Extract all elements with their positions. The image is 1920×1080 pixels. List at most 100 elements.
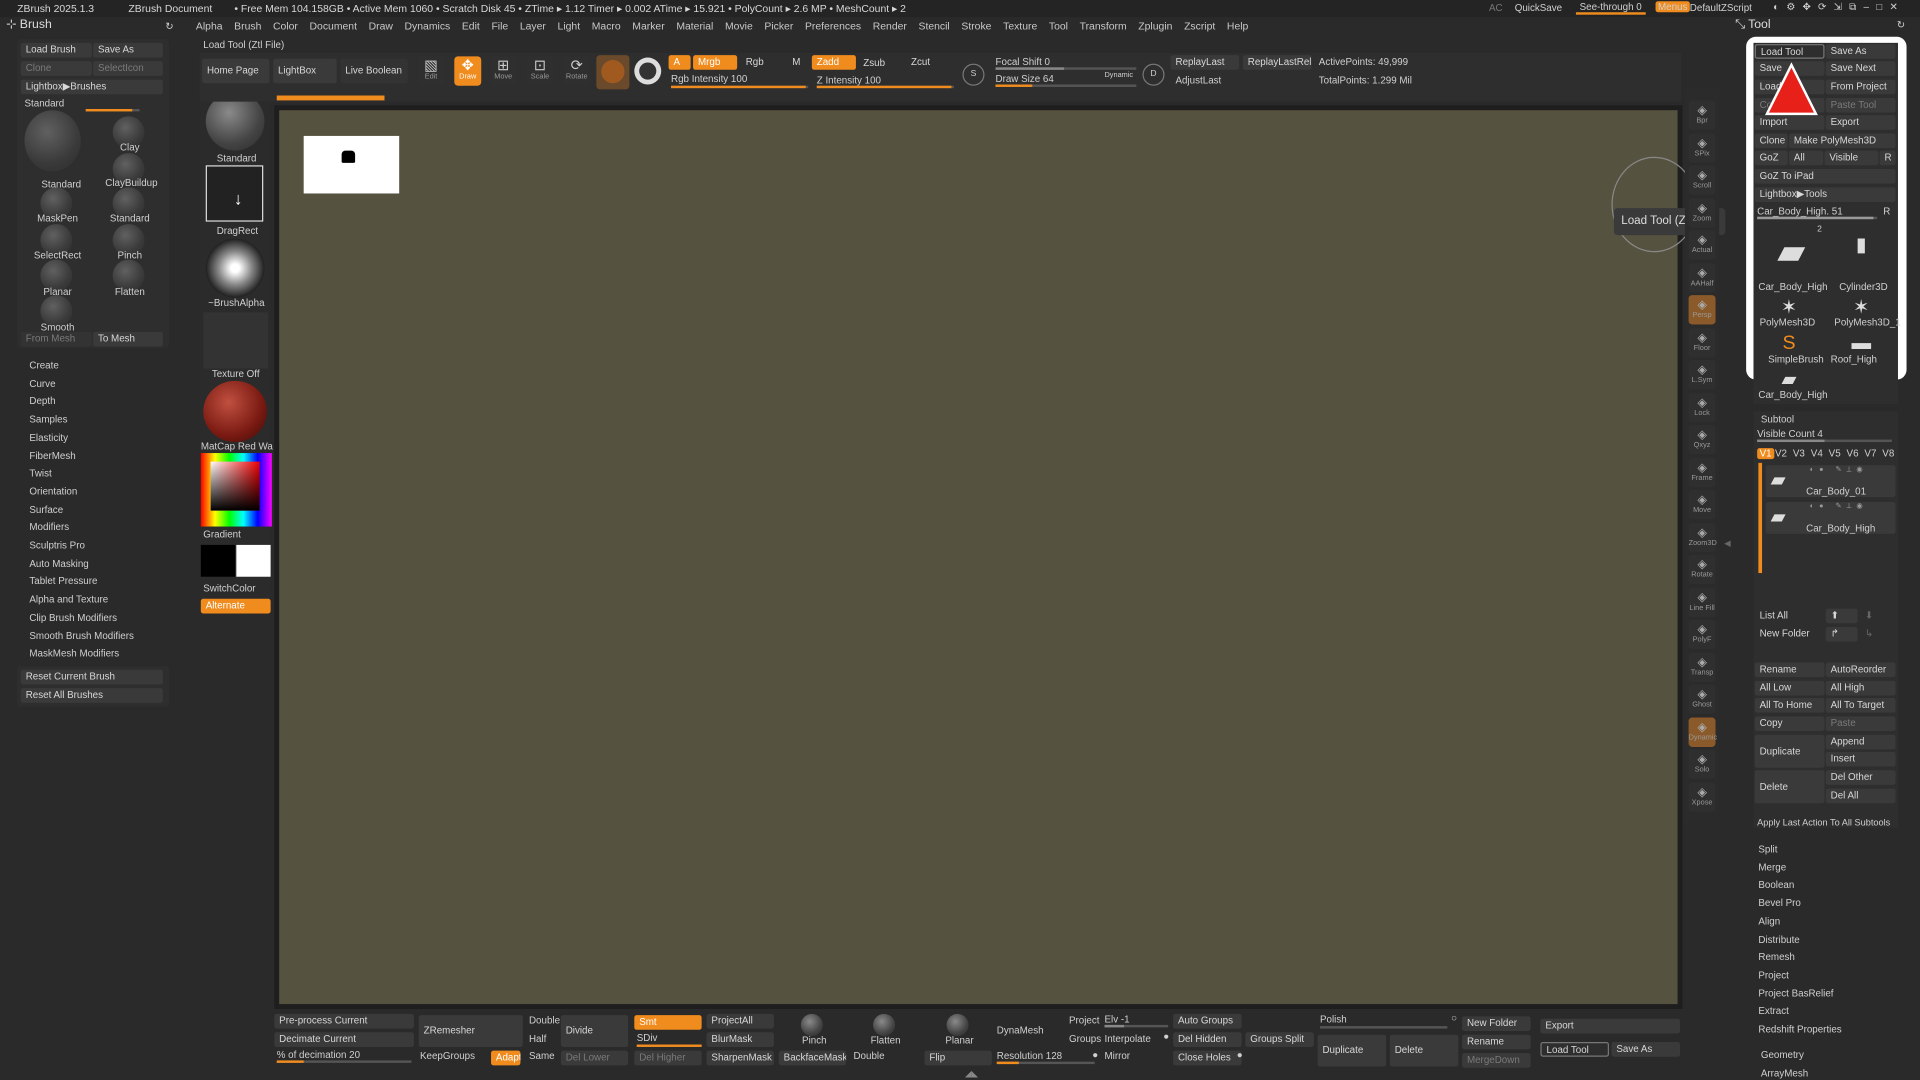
append-button[interactable]: Append — [1825, 734, 1896, 750]
brush-submenu-clip-brush-modifiers[interactable]: Clip Brush Modifiers — [29, 612, 117, 623]
tool-section-boolean[interactable]: Boolean — [1758, 880, 1794, 891]
replay-last-button[interactable]: ReplayLast — [1170, 55, 1240, 70]
divide-button[interactable]: Divide — [560, 1015, 629, 1047]
decimate-current-button[interactable]: Decimate Current — [274, 1032, 414, 1047]
close-holes-button[interactable]: Close Holes — [1173, 1050, 1242, 1066]
replay-last-rel-button[interactable]: ReplayLastRel — [1242, 55, 1312, 70]
subtool-title[interactable]: Subtool — [1761, 414, 1794, 425]
groups-split-button[interactable]: Groups Split — [1245, 1032, 1314, 1047]
rgb-toggle[interactable]: Rgb — [740, 55, 785, 70]
goz-visible-button[interactable]: Visible — [1824, 150, 1879, 166]
version-v8[interactable]: V8 — [1882, 448, 1894, 459]
dynamesh-button[interactable]: DynaMesh — [997, 1025, 1044, 1036]
brush-thumb-0[interactable] — [24, 110, 81, 172]
arraymesh-section[interactable]: ArrayMesh — [1761, 1068, 1808, 1079]
texture-swatch[interactable] — [634, 57, 662, 85]
brush-submenu-samples[interactable]: Samples — [29, 414, 67, 425]
quicksave-button[interactable]: QuickSave — [1515, 2, 1562, 13]
tool-section-bevel-pro[interactable]: Bevel Pro — [1758, 898, 1800, 909]
planar-brush-icon[interactable] — [946, 1013, 969, 1036]
shelf-line-fill-button[interactable]: ◈ Line Fill — [1688, 587, 1716, 617]
geometry-section[interactable]: Geometry — [1761, 1049, 1804, 1060]
menu-movie[interactable]: Movie — [725, 20, 753, 36]
keepgroups-toggle[interactable]: KeepGroups — [420, 1051, 475, 1062]
rename-bottom-button[interactable]: Rename — [1462, 1034, 1531, 1050]
brush-submenu-alpha-and-texture[interactable]: Alpha and Texture — [29, 594, 108, 605]
version-v1[interactable]: V1 — [1757, 448, 1775, 460]
shelf-transp-button[interactable]: ◈ Transp — [1688, 652, 1716, 682]
shelf-polyf-button[interactable]: ◈ PolyF — [1688, 619, 1716, 649]
delete-button[interactable]: Delete — [1389, 1034, 1459, 1067]
shelf-frame-button[interactable]: ◈ Frame — [1688, 457, 1716, 487]
menu-light[interactable]: Light — [558, 20, 581, 36]
dynamic-toggle[interactable]: Dynamic — [1104, 72, 1133, 79]
shelf-xpose-button[interactable]: ◈ Xpose — [1688, 781, 1716, 812]
export-bottom-button[interactable]: Export — [1540, 1018, 1681, 1034]
polish-slider[interactable]: Polish — [1320, 1014, 1347, 1025]
matcap-thumb[interactable] — [203, 380, 267, 443]
goz-all-button[interactable]: All — [1788, 150, 1824, 166]
reset-all-brushes-button[interactable]: Reset All Brushes — [20, 688, 163, 703]
paste-tool-button[interactable]: Paste Tool — [1825, 97, 1896, 113]
brush-submenu-smooth-brush-modifiers[interactable]: Smooth Brush Modifiers — [29, 630, 134, 641]
resolution-slider[interactable]: Resolution 128 — [997, 1051, 1062, 1062]
visible-count-slider[interactable]: Visible Count 4 — [1757, 429, 1823, 440]
del-all-button[interactable]: Del All — [1825, 788, 1896, 804]
clone-tool-button[interactable]: Clone — [1754, 133, 1788, 149]
elv-slider[interactable]: Elv -1 — [1104, 1014, 1129, 1025]
shelf-dynamic-button[interactable]: ◈ Dynamic — [1688, 716, 1717, 747]
menu-alpha[interactable]: Alpha — [196, 20, 223, 36]
del-lower-button[interactable]: Del Lower — [560, 1050, 629, 1066]
alternate-button[interactable]: Alternate — [200, 598, 271, 614]
backface-mask-button[interactable]: BackfaceMask — [778, 1050, 847, 1066]
pinch-brush-icon[interactable] — [800, 1013, 823, 1036]
shelf-lock-button[interactable]: ◈ Lock — [1688, 392, 1716, 422]
draw-button[interactable]: ✥ Draw — [454, 56, 482, 86]
tool-section-align[interactable]: Align — [1758, 916, 1780, 927]
brush-alpha-thumb[interactable] — [205, 238, 265, 298]
save-as-bottom-button[interactable]: Save As — [1611, 1042, 1681, 1057]
brush-submenu-curve[interactable]: Curve — [29, 378, 55, 389]
tool-thumb-0[interactable]: ▰ — [1757, 227, 1826, 278]
menu-marker[interactable]: Marker — [632, 20, 664, 36]
to-mesh-button[interactable]: To Mesh — [93, 331, 163, 347]
menus-toggle[interactable]: Menus — [1655, 1, 1690, 13]
auto-reorder-button[interactable]: AutoReorder — [1825, 662, 1896, 678]
adapt-toggle[interactable]: Adapt — [491, 1050, 521, 1066]
copy-subtool-button[interactable]: Copy — [1754, 716, 1825, 732]
menu-texture[interactable]: Texture — [1003, 20, 1037, 36]
d-icon[interactable]: D — [1142, 63, 1165, 86]
import-button[interactable]: Import — [1754, 115, 1825, 130]
lightbox-button[interactable]: LightBox — [273, 58, 337, 84]
load-tool-button[interactable]: Load Tool — [1754, 44, 1825, 59]
edit-button[interactable]: ▧ Edit — [417, 56, 445, 86]
project-all-button[interactable]: ProjectAll — [706, 1013, 774, 1029]
shelf-aahalf-button[interactable]: ◈ AAHalf — [1688, 262, 1716, 293]
refresh-icon[interactable]: ↻ — [165, 21, 173, 32]
live-boolean-button[interactable]: Live Boolean — [340, 58, 408, 84]
mirror-toggle[interactable]: Mirror — [1104, 1051, 1130, 1062]
make-polymesh-button[interactable]: Make PolyMesh3D — [1788, 133, 1896, 149]
brush-submenu-modifiers[interactable]: Modifiers — [29, 522, 69, 533]
folder-move-icon[interactable]: ↱ — [1825, 626, 1858, 642]
tool-section-extract[interactable]: Extract — [1758, 1006, 1788, 1017]
tool-section-merge[interactable]: Merge — [1758, 862, 1786, 873]
primary-color-swatch[interactable] — [200, 544, 236, 577]
zremesher-button[interactable]: ZRemesher — [418, 1015, 523, 1047]
brush-submenu-elasticity[interactable]: Elasticity — [29, 432, 68, 443]
menu-zscript[interactable]: Zscript — [1184, 20, 1215, 36]
clone-brush-button[interactable]: Clone — [20, 61, 92, 76]
list-all-button[interactable]: List All — [1754, 608, 1825, 624]
menu-transform[interactable]: Transform — [1080, 20, 1127, 36]
double-toggle[interactable]: Double — [529, 1015, 560, 1026]
save-tool-as-button[interactable]: Save As — [1825, 44, 1896, 59]
version-v3[interactable]: V3 — [1793, 448, 1805, 459]
delete-subtool-button[interactable]: Delete — [1754, 770, 1825, 804]
scale-button[interactable]: ⊡ Scale — [526, 56, 554, 86]
zsub-toggle[interactable]: Zsub — [858, 56, 903, 72]
brush-submenu-fibermesh[interactable]: FiberMesh — [29, 450, 75, 461]
load-brush-button[interactable]: Load Brush — [20, 42, 92, 58]
flatten-brush-icon[interactable] — [873, 1013, 896, 1036]
shelf-spix-button[interactable]: ◈ SPix — [1688, 132, 1716, 163]
menu-stroke[interactable]: Stroke — [961, 20, 991, 36]
